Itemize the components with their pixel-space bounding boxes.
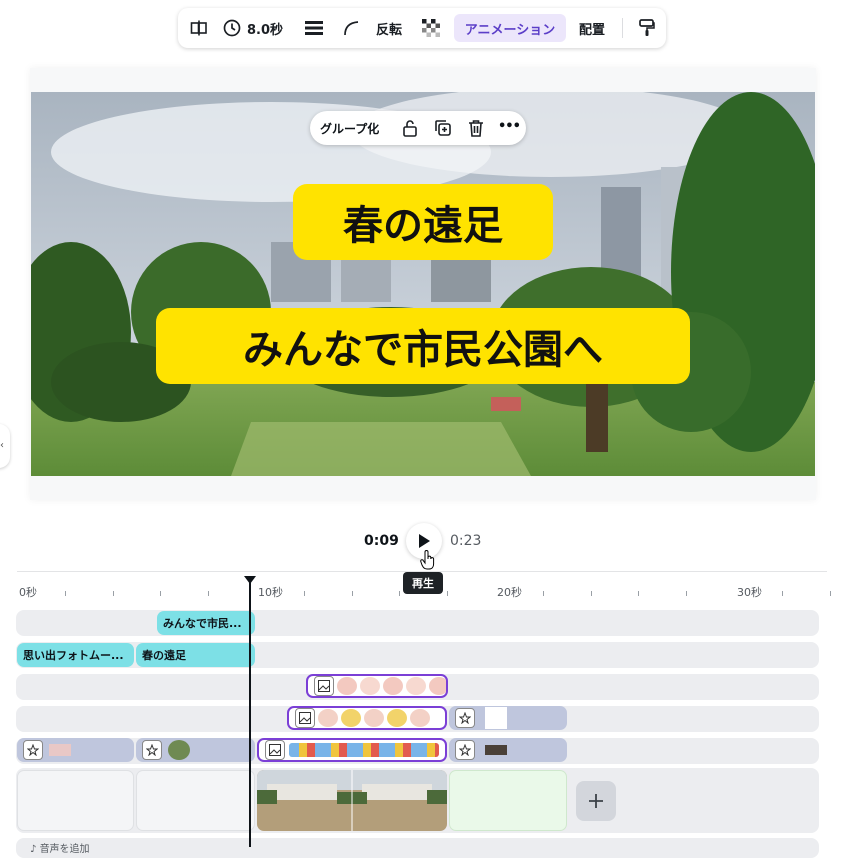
ruler-tick: [638, 591, 639, 596]
text-clip[interactable]: 春の遠足: [136, 643, 255, 667]
text-clip[interactable]: 思い出フォトムー...: [17, 643, 134, 667]
sticker-clip[interactable]: [257, 738, 447, 762]
unlock-icon[interactable]: [402, 119, 418, 141]
sticker-clip[interactable]: [306, 674, 448, 698]
flip-button[interactable]: 反転: [371, 8, 407, 48]
ruler-label: 10秒: [258, 586, 283, 599]
clock-icon: [223, 19, 241, 37]
ruler-tick: [591, 591, 592, 596]
ruler-tick: [208, 591, 209, 596]
ruler-label: 20秒: [497, 586, 522, 599]
toolbar-divider: [622, 18, 623, 38]
video-clip-empty[interactable]: [136, 770, 255, 831]
ruler-tick: [160, 591, 161, 596]
track-text-1: [16, 610, 819, 636]
park-photo[interactable]: [31, 92, 815, 476]
corner-rounding-icon[interactable]: [338, 8, 364, 48]
add-clip-button[interactable]: [576, 781, 616, 821]
playhead-handle[interactable]: [244, 576, 256, 584]
video-clip-empty[interactable]: [17, 770, 134, 831]
ruler-tick: [352, 591, 353, 596]
title-text[interactable]: 春の遠足: [293, 184, 553, 260]
trash-icon[interactable]: [468, 119, 484, 141]
ruler-label: 30秒: [737, 586, 762, 599]
play-tooltip: 再生: [403, 572, 443, 594]
crop-icon[interactable]: [186, 8, 212, 48]
current-time: 0:09: [364, 533, 399, 549]
animation-icon: [142, 740, 162, 760]
transparency-icon[interactable]: [418, 8, 444, 48]
sticker-clip[interactable]: [287, 706, 447, 730]
element-toolbar: 8.0秒 反転 アニメーション 配置: [178, 8, 666, 48]
position-button[interactable]: 配置: [574, 8, 610, 48]
total-time: 0:23: [450, 533, 482, 549]
ruler-tick: [830, 591, 831, 596]
video-clip-school[interactable]: [257, 770, 447, 831]
text-clip[interactable]: みんなで市民...: [157, 611, 255, 635]
chevron-left-icon: ‹: [0, 440, 4, 451]
line-spacing-icon[interactable]: [301, 8, 327, 48]
image-icon: [314, 676, 334, 696]
animation-icon: [455, 708, 475, 728]
animation-icon: [455, 740, 475, 760]
image-clip[interactable]: [136, 738, 255, 762]
animation-icon: [23, 740, 43, 760]
ruler-tick: [113, 591, 114, 596]
ruler-tick: [782, 591, 783, 596]
copy-style-icon[interactable]: [634, 8, 660, 48]
image-clip[interactable]: [449, 706, 567, 730]
play-icon: [419, 534, 430, 548]
image-icon: [295, 708, 315, 728]
ruler-tick: [686, 591, 687, 596]
plus-icon: [589, 794, 603, 808]
track-audio: [16, 838, 819, 858]
subtitle-text[interactable]: みんなで市民公園へ: [156, 308, 690, 384]
animation-button[interactable]: アニメーション: [454, 14, 566, 42]
ruler-tick: [304, 591, 305, 596]
ruler-tick: [543, 591, 544, 596]
group-action-bar: グループ化 •••: [310, 111, 526, 145]
timeline-divider: [17, 571, 827, 572]
ruler-label: 0秒: [19, 586, 37, 599]
duration-button[interactable]: 8.0秒: [220, 8, 286, 48]
video-clip-blank[interactable]: [449, 770, 567, 831]
ruler-tick: [447, 591, 448, 596]
add-audio-label[interactable]: ♪ 音声を追加: [30, 840, 90, 855]
group-button[interactable]: グループ化: [320, 120, 379, 137]
playhead[interactable]: [249, 582, 251, 847]
duplicate-icon[interactable]: [434, 119, 452, 141]
ruler-tick: [65, 591, 66, 596]
image-clip[interactable]: [449, 738, 567, 762]
image-icon: [265, 740, 285, 760]
more-options-icon[interactable]: •••: [498, 119, 521, 134]
side-panel-toggle[interactable]: ‹: [0, 424, 10, 468]
ruler-tick: [399, 591, 400, 596]
image-clip[interactable]: [17, 738, 134, 762]
duration-label: 8.0秒: [246, 22, 284, 38]
